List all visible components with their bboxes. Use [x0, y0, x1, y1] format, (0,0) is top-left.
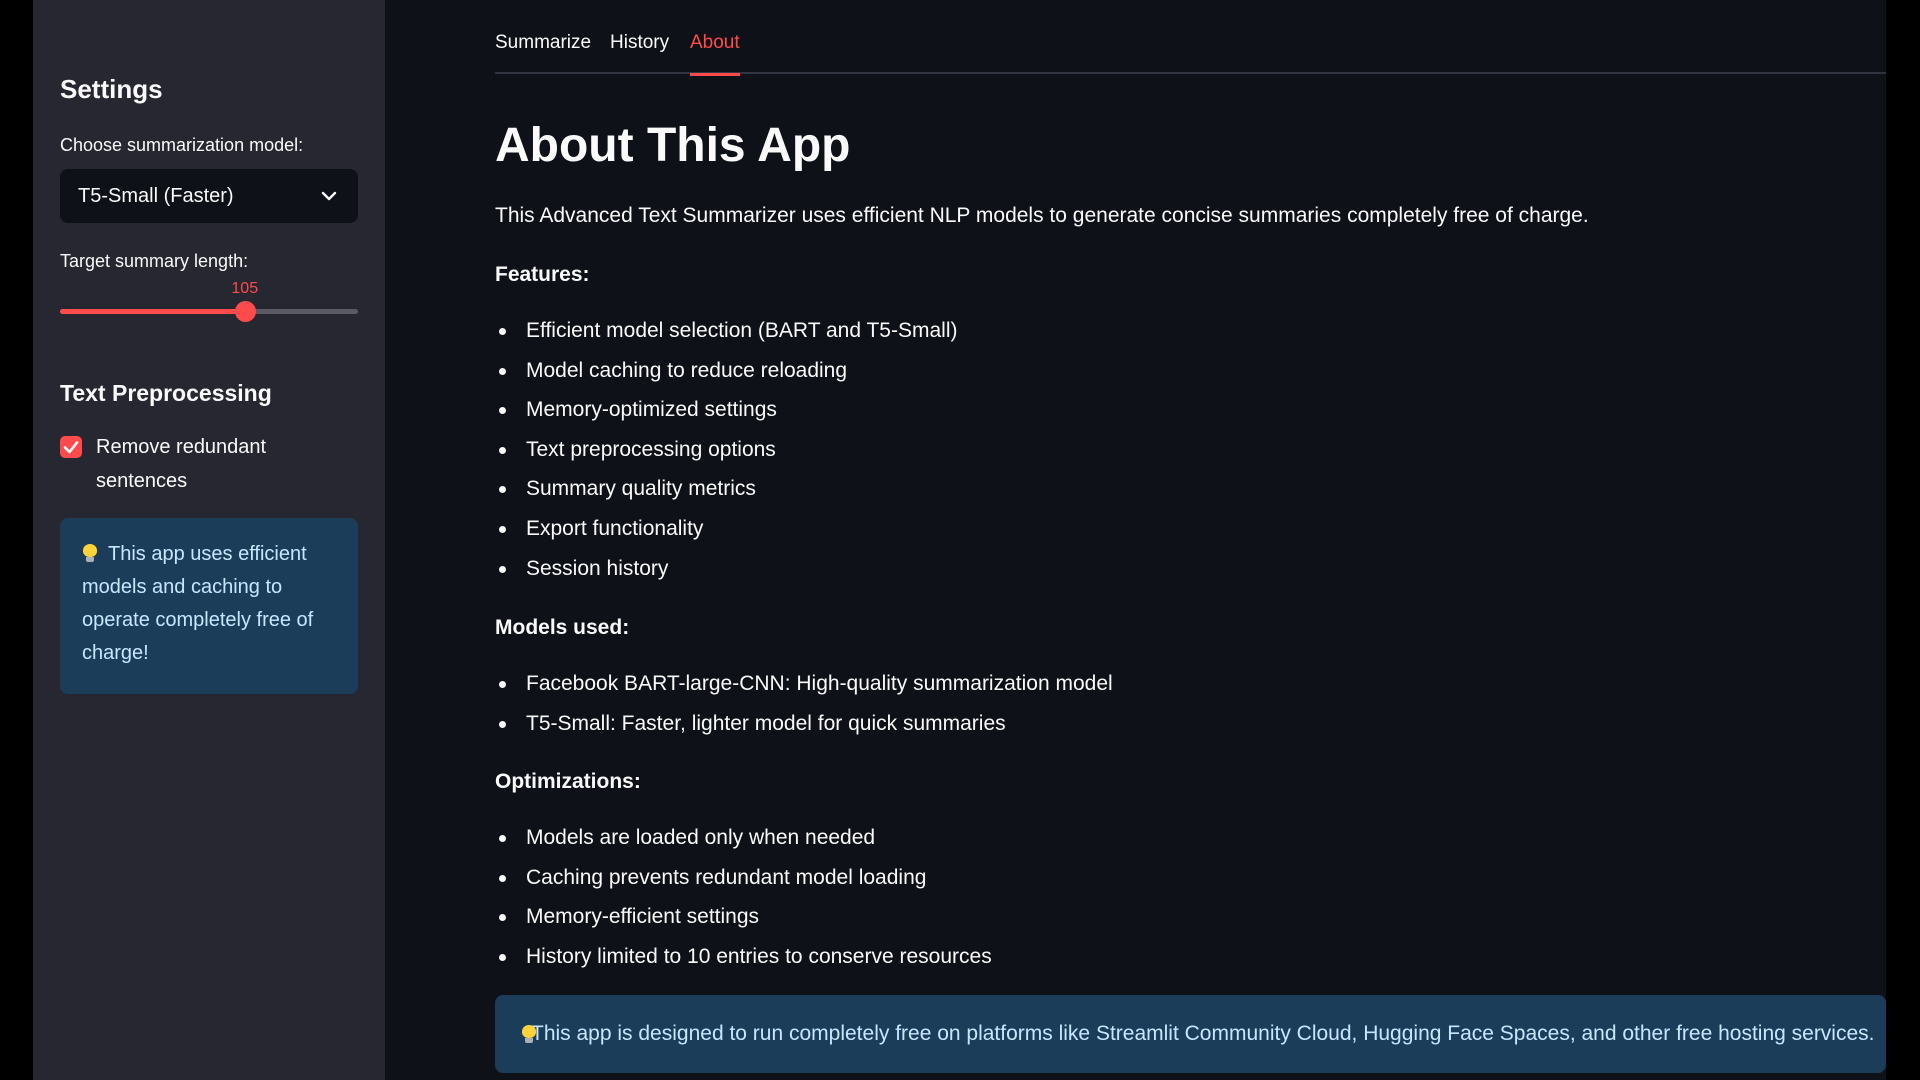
list-item: Model caching to reduce reloading	[495, 358, 957, 398]
check-icon	[63, 441, 79, 454]
main-info-box: This app is designed to run completely f…	[495, 995, 1886, 1073]
tab-about[interactable]: About	[690, 32, 740, 76]
preprocessing-title: Text Preprocessing	[60, 380, 272, 406]
chevron-down-icon	[321, 191, 337, 201]
length-slider[interactable]	[60, 301, 358, 322]
model-select-value: T5-Small (Faster)	[78, 184, 234, 207]
list-item: Facebook BART-large-CNN: High-quality su…	[495, 671, 1113, 711]
tab-bar: Summarize History About	[495, 0, 1886, 76]
list-item: Session history	[495, 556, 957, 596]
app-window: Settings Choose summarization model: T5-…	[33, 0, 1886, 1080]
main-content: Summarize History About About This App T…	[495, 0, 1886, 1080]
features-list: Efficient model selection (BART and T5-S…	[495, 318, 957, 595]
main-info-text: This app is designed to run completely f…	[531, 1022, 1875, 1045]
length-slider-thumb[interactable]	[234, 301, 256, 322]
list-item: Caching prevents redundant model loading	[495, 865, 992, 905]
sidebar-title: Settings	[60, 74, 163, 104]
sidebar: Settings Choose summarization model: T5-…	[33, 0, 385, 1080]
model-select[interactable]: T5-Small (Faster)	[60, 169, 358, 223]
list-item: Models are loaded only when needed	[495, 825, 992, 865]
list-item: Summary quality metrics	[495, 476, 957, 516]
remove-redundant-checkbox[interactable]	[60, 436, 82, 458]
tab-summarize[interactable]: Summarize	[495, 32, 591, 74]
tab-history[interactable]: History	[610, 32, 669, 74]
list-item: Export functionality	[495, 516, 957, 556]
list-item: T5-Small: Faster, lighter model for quic…	[495, 711, 1113, 751]
model-select-label: Choose summarization model:	[60, 135, 304, 155]
optimizations-list: Models are loaded only when needed Cachin…	[495, 825, 992, 983]
intro-text: This Advanced Text Summarizer uses effic…	[495, 204, 1589, 227]
length-slider-value: 105	[231, 280, 259, 297]
models-list: Facebook BART-large-CNN: High-quality su…	[495, 671, 1113, 750]
remove-redundant-label[interactable]: Remove redundant sentences	[96, 430, 326, 498]
optimizations-heading: Optimizations:	[495, 770, 641, 793]
list-item: Efficient model selection (BART and T5-S…	[495, 318, 957, 358]
models-heading: Models used:	[495, 616, 630, 639]
length-slider-fill	[60, 309, 245, 314]
list-item: Memory-optimized settings	[495, 397, 957, 437]
page-title: About This App	[495, 119, 851, 172]
list-item: Memory-efficient settings	[495, 904, 992, 944]
sidebar-info-box: This app uses efficient models and cachi…	[60, 518, 358, 694]
list-item: History limited to 10 entries to conserv…	[495, 944, 992, 984]
sidebar-info-text: This app uses efficient models and cachi…	[82, 543, 314, 664]
lightbulb-icon	[82, 544, 98, 562]
list-item: Text preprocessing options	[495, 437, 957, 477]
features-heading: Features:	[495, 263, 590, 286]
length-slider-label: Target summary length:	[60, 251, 249, 271]
